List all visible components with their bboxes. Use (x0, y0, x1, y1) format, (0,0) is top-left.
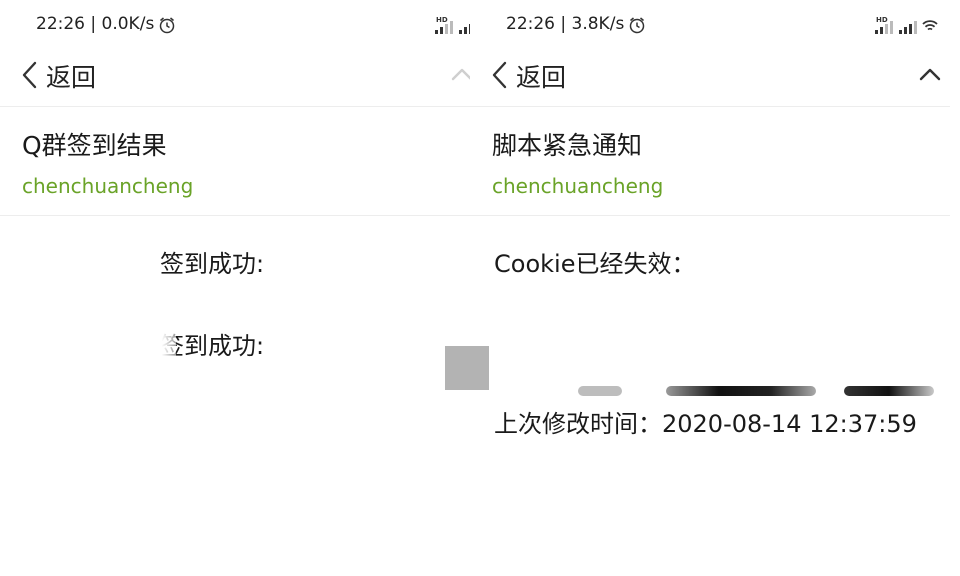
status-bar: 22:26 | 0.0K/s HD (36, 10, 477, 42)
nav-bar: 返回 (0, 52, 480, 98)
status-bar: 22:26 | 3.8K/s HD (506, 10, 938, 42)
body-line-1: 签到成功: (160, 250, 265, 278)
status-time-speed: 22:26 | 0.0K/s (36, 14, 155, 34)
email-subject: 脚本紧急通知 (492, 131, 643, 160)
alarm-clock-icon (159, 17, 175, 34)
left-screen-panel: 22:26 | 0.0K/s HD 返回 Q群签到结果 chenchuanche… (0, 0, 480, 576)
email-sender[interactable]: chenchuancheng (492, 174, 663, 198)
body-line-1: Cookie已经失效： (494, 250, 696, 278)
right-screen-panel: 22:26 | 3.8K/s HD 返回 脚本紧急通知 chenchuanche… (470, 0, 950, 576)
redaction-scribble (578, 386, 622, 396)
redaction-scribble (844, 386, 934, 396)
content-divider (0, 215, 480, 216)
back-chevron-icon[interactable] (490, 60, 510, 90)
body-line-2: 上次修改时间：2020-08-14 12:37:59 (494, 410, 917, 438)
status-time-speed: 22:26 | 3.8K/s (506, 14, 625, 34)
back-button[interactable]: 返回 (46, 58, 96, 94)
chevron-up-icon[interactable] (918, 64, 942, 84)
back-chevron-icon[interactable] (20, 60, 40, 90)
email-subject: Q群签到结果 (22, 131, 167, 160)
wifi-icon (922, 20, 938, 31)
header-divider (470, 106, 950, 107)
alarm-clock-icon (629, 17, 645, 34)
content-divider (470, 215, 950, 216)
redaction-scribble (666, 386, 816, 396)
redaction-fade (150, 326, 176, 360)
header-divider (0, 106, 480, 107)
email-sender[interactable]: chenchuancheng (22, 174, 193, 198)
nav-bar: 返回 (470, 52, 950, 98)
back-button[interactable]: 返回 (516, 58, 566, 94)
signal-bars-icon: HD (866, 14, 938, 38)
redaction-block (445, 346, 489, 390)
